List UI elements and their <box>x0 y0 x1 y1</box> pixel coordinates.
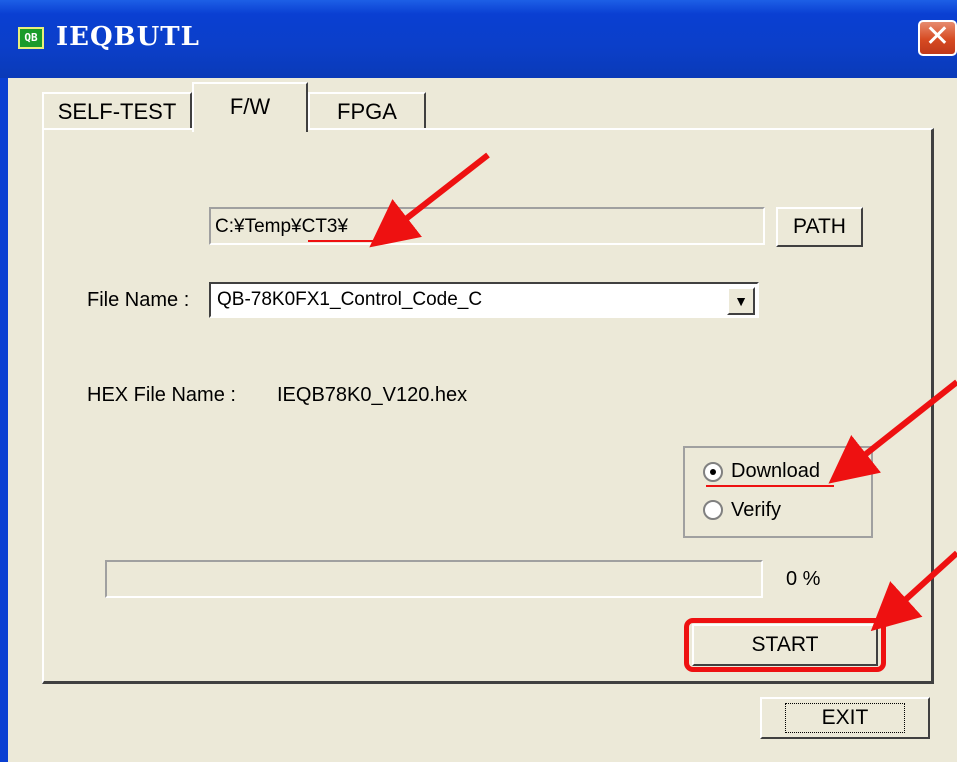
app-window: QB IEQBUTL ✕ SELF-TEST F/W FPGA C:¥Temp¥… <box>0 0 957 762</box>
arrow-to-download <box>828 379 957 484</box>
arrow-to-path <box>369 152 490 248</box>
annotation-arrows <box>369 152 957 632</box>
arrow-to-start <box>870 550 957 632</box>
